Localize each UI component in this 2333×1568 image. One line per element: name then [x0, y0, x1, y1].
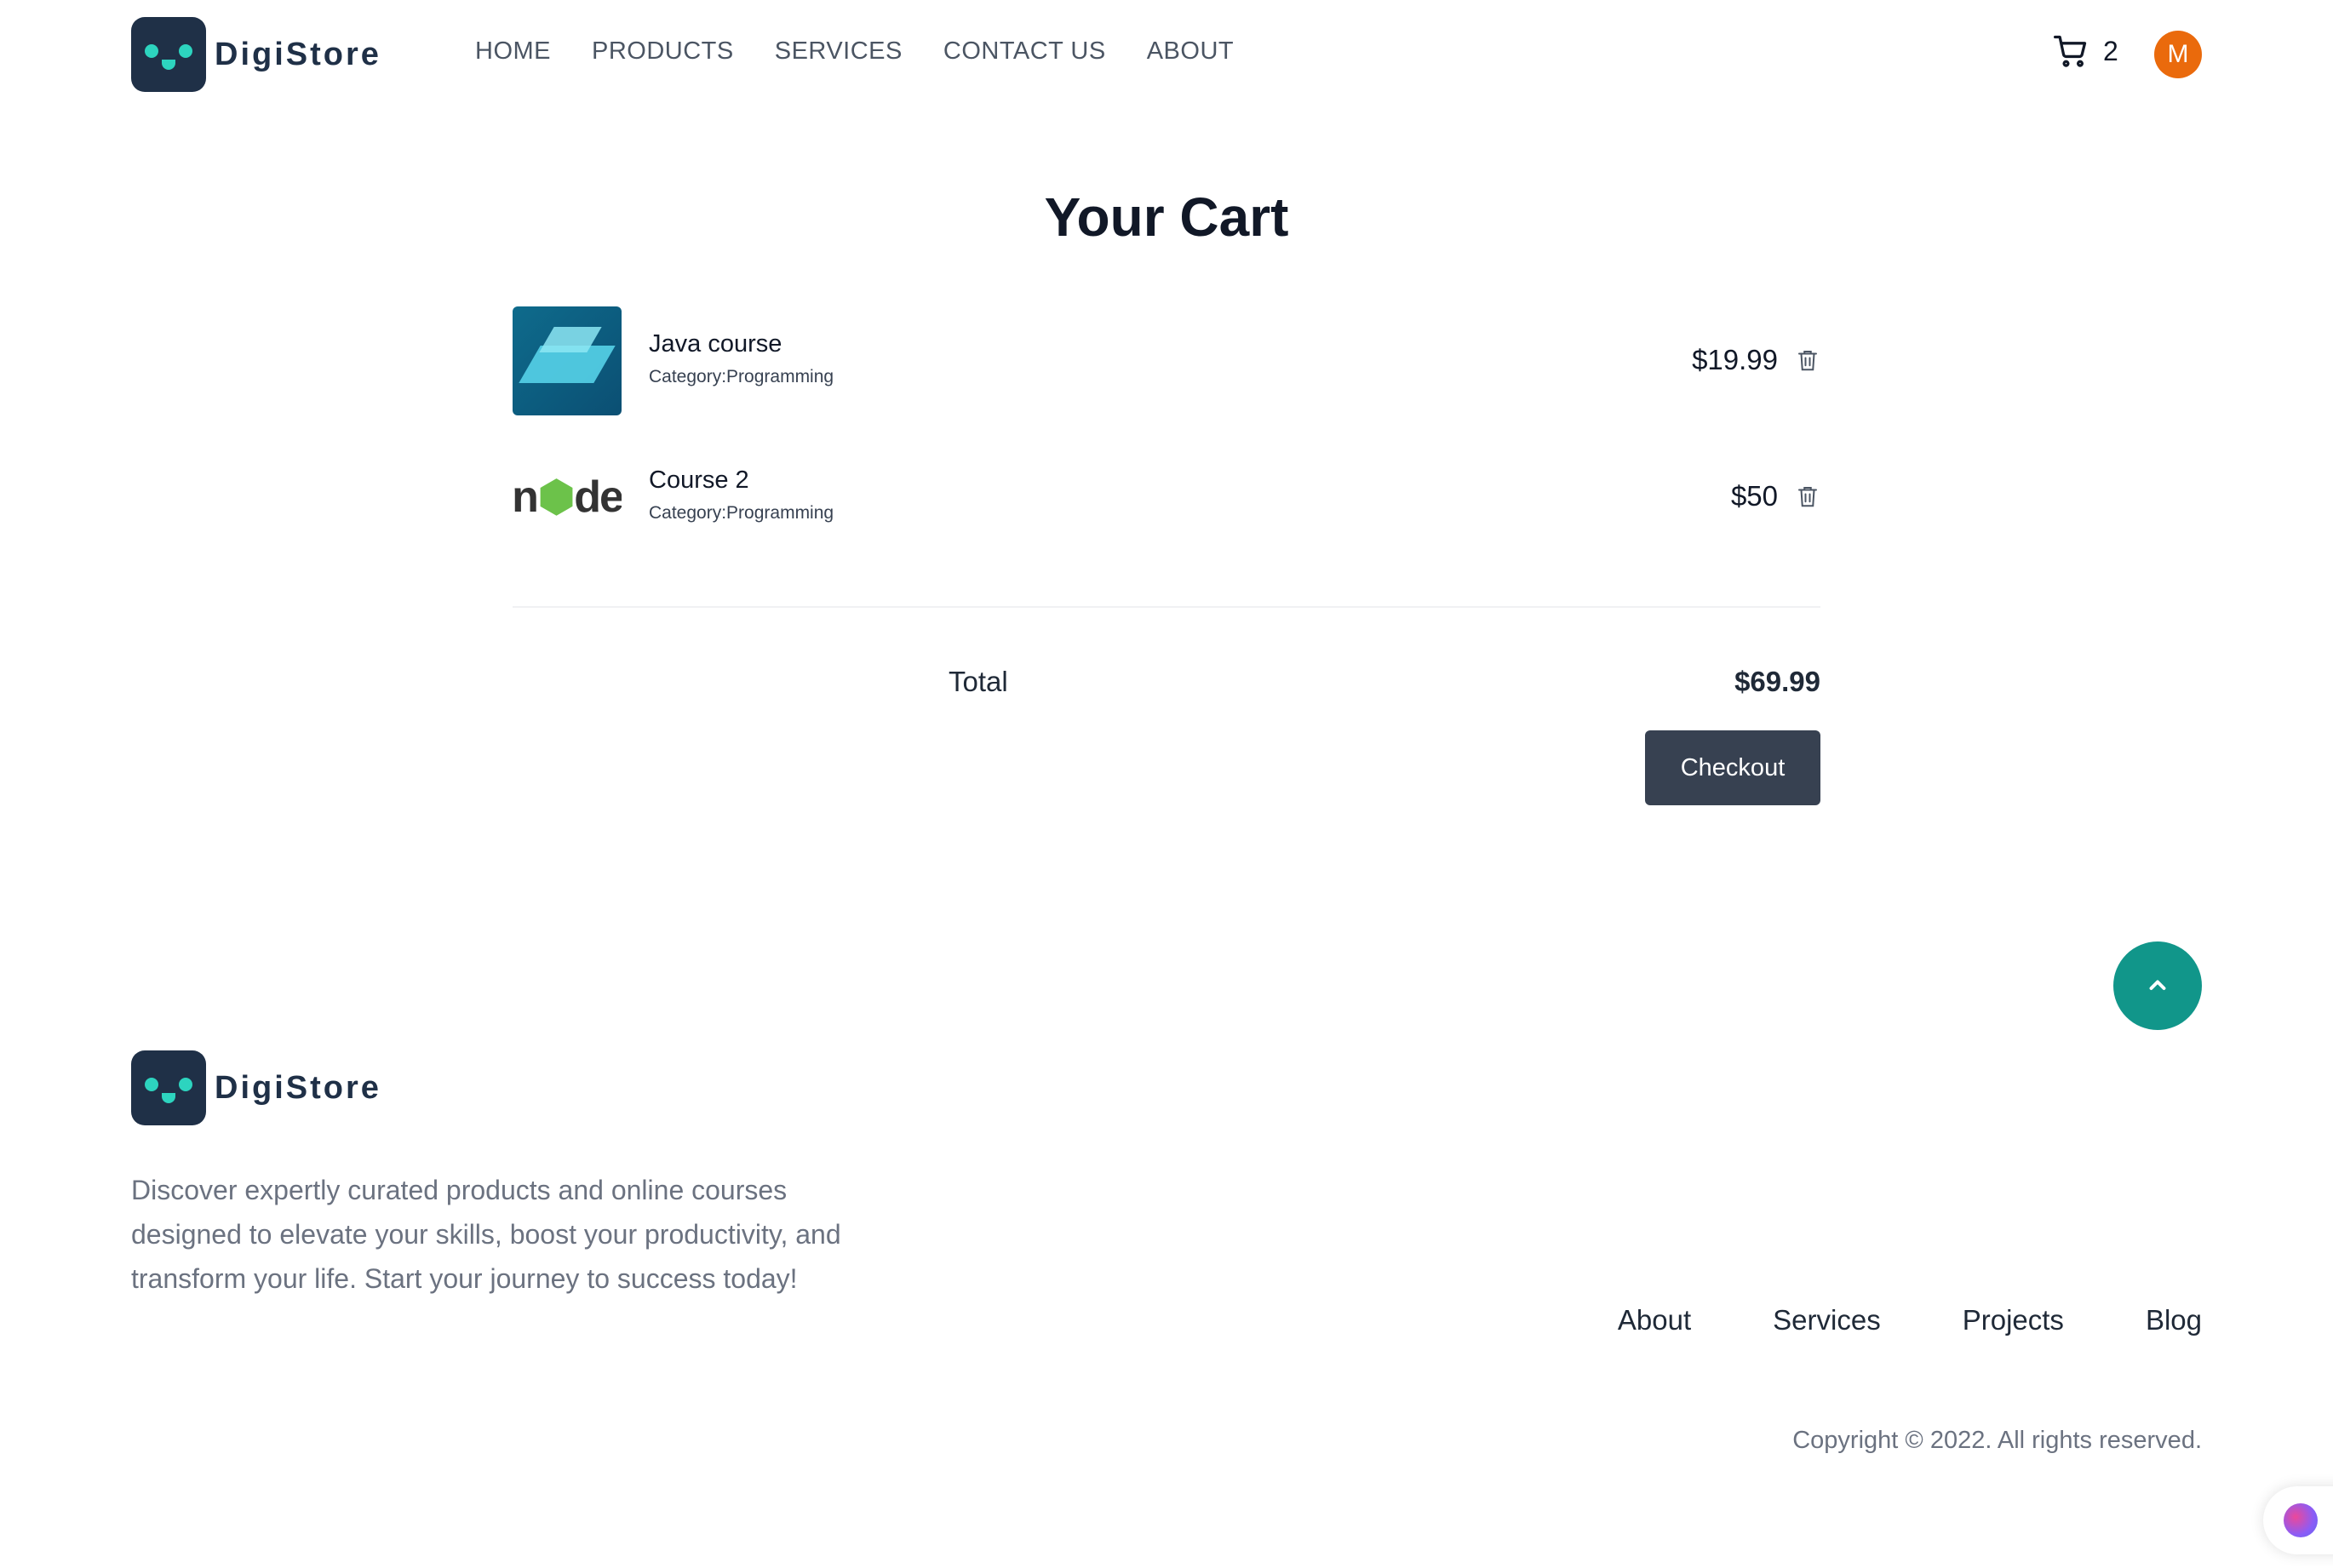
trash-icon[interactable]: [1795, 483, 1820, 510]
assistant-widget-button[interactable]: [2263, 1486, 2333, 1554]
item-category: Category:Programming: [649, 367, 834, 386]
trash-icon[interactable]: [1795, 346, 1820, 374]
nav-about[interactable]: ABOUT: [1147, 37, 1234, 66]
header-logo[interactable]: DigiStore: [131, 17, 381, 92]
footer-nav: About Services Projects Blog: [1618, 1304, 2202, 1336]
chevron-up-icon: [2149, 980, 2166, 990]
logo-text: DigiStore: [215, 1069, 381, 1106]
footer-link-services[interactable]: Services: [1773, 1304, 1881, 1336]
item-actions: $50: [1731, 480, 1820, 512]
checkout-button[interactable]: Checkout: [1645, 730, 1820, 805]
cart-icon: [2054, 35, 2087, 67]
footer-link-projects[interactable]: Projects: [1963, 1304, 2064, 1336]
item-category: Category:Programming: [649, 503, 834, 523]
nav-services[interactable]: SERVICES: [775, 37, 903, 66]
cart-item: Java course Category:Programming $19.99: [513, 306, 1820, 415]
cart-divider: [513, 606, 1820, 608]
footer-link-about[interactable]: About: [1618, 1304, 1691, 1336]
item-actions: $19.99: [1692, 344, 1820, 376]
item-name: Course 2: [649, 466, 749, 494]
java-course-thumbnail: [513, 306, 622, 415]
item-info: Java course Category:Programming: [649, 330, 834, 387]
scroll-to-top-button[interactable]: [2113, 941, 2202, 1030]
logo-icon: [131, 1050, 206, 1125]
total-label: Total: [949, 666, 1008, 697]
copyright-text: Copyright © 2022. All rights reserved.: [1792, 1427, 2202, 1454]
nav-products[interactable]: PRODUCTS: [592, 37, 734, 66]
brain-icon: [2284, 1503, 2318, 1537]
logo-text: DigiStore: [215, 36, 381, 72]
footer-link-blog[interactable]: Blog: [2146, 1304, 2202, 1336]
cart-item: n⬢de Course 2 Category:Programming $50: [513, 443, 1820, 552]
item-price: $19.99: [1692, 344, 1778, 375]
nav-home[interactable]: HOME: [475, 37, 551, 66]
footer-description: Discover expertly curated products and o…: [131, 1175, 841, 1294]
user-avatar[interactable]: M: [2154, 31, 2202, 78]
total-value: $69.99: [1734, 666, 1820, 697]
site-header: DigiStore HOME PRODUCTS SERVICES CONTACT…: [0, 0, 2333, 109]
page-title: Your Cart: [1044, 186, 1289, 248]
cart-button[interactable]: 2: [2052, 32, 2118, 70]
nodejs-logo-thumbnail: n⬢de: [513, 443, 622, 552]
footer-logo[interactable]: DigiStore: [131, 1050, 381, 1125]
item-info: Course 2 Category:Programming: [649, 466, 834, 524]
logo-icon: [131, 17, 206, 92]
item-price: $50: [1730, 480, 1778, 512]
cart-list: Java course Category:Programming $19.99 …: [513, 306, 1820, 579]
nav-contact-us[interactable]: CONTACT US: [943, 37, 1106, 66]
item-name: Java course: [649, 330, 782, 358]
cart-count: 2: [2103, 35, 2118, 66]
main-nav: HOME PRODUCTS SERVICES CONTACT US ABOUT: [475, 37, 1234, 66]
